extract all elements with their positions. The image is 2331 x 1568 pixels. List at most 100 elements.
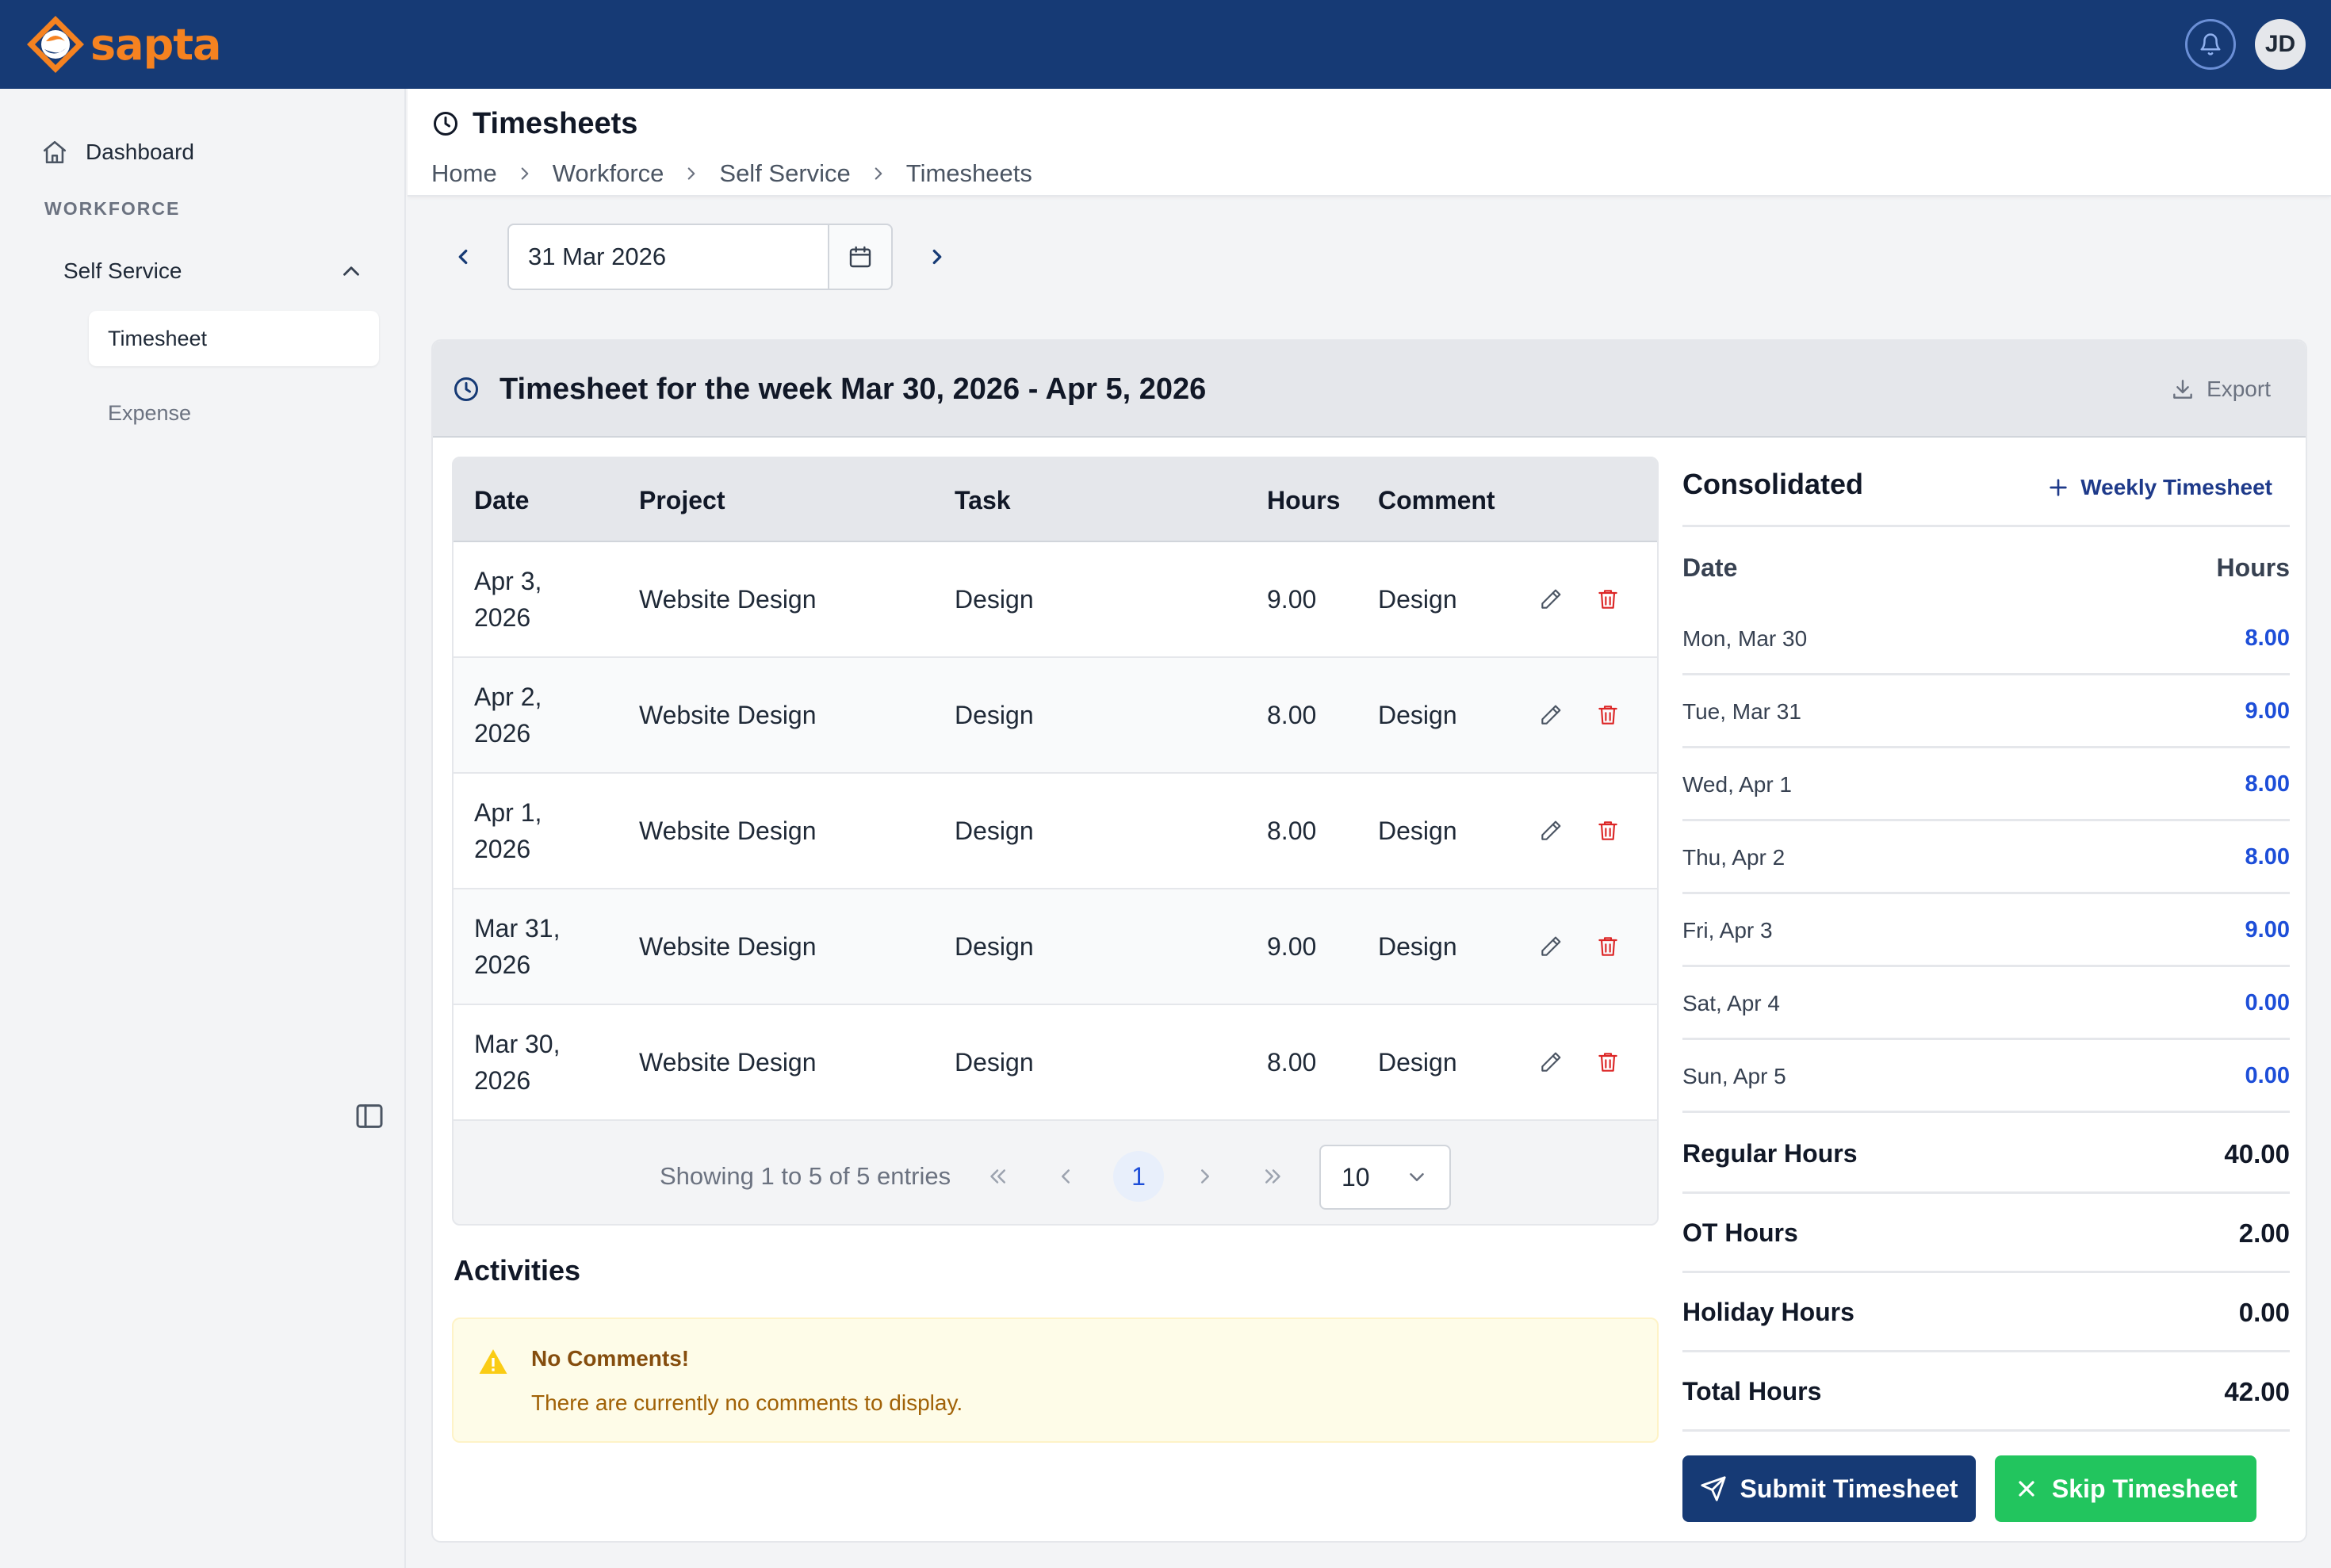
column-header-hours[interactable]: Hours bbox=[1267, 458, 1340, 542]
consolidated-day-row: Fri, Apr 3 9.00 bbox=[1682, 896, 2290, 967]
edit-icon bbox=[1541, 936, 1561, 956]
page-size-select[interactable]: 10 bbox=[1319, 1145, 1451, 1210]
delete-button[interactable] bbox=[1592, 931, 1624, 962]
delete-button[interactable] bbox=[1592, 583, 1624, 615]
date-input[interactable]: 31 Mar 2026 bbox=[507, 224, 829, 290]
column-header-project[interactable]: Project bbox=[639, 458, 725, 542]
row-hours: 9.00 bbox=[1267, 931, 1317, 961]
row-project: Website Design bbox=[639, 931, 817, 961]
edit-icon bbox=[1541, 1052, 1561, 1072]
sidebar-item-dashboard[interactable]: Dashboard bbox=[41, 132, 194, 173]
page-button-current[interactable]: 1 bbox=[1113, 1151, 1164, 1202]
next-page-button[interactable] bbox=[1186, 1157, 1224, 1195]
edit-button[interactable] bbox=[1535, 583, 1567, 615]
download-icon bbox=[2173, 380, 2192, 399]
export-label: Export bbox=[2207, 377, 2271, 401]
day-label: Thu, Apr 2 bbox=[1682, 844, 1786, 870]
table-row: Apr 1, 2026 Website Design Design 8.00 De… bbox=[454, 774, 1657, 889]
column-header-task[interactable]: Task bbox=[955, 458, 1011, 542]
pagination: Showing 1 to 5 of 5 entries 1 10 bbox=[454, 1126, 1657, 1224]
edit-button[interactable] bbox=[1535, 699, 1567, 731]
next-week-button[interactable] bbox=[923, 243, 951, 271]
edit-icon bbox=[1541, 589, 1561, 609]
alert-message: There are currently no comments to displ… bbox=[531, 1390, 963, 1415]
divider bbox=[1682, 525, 2290, 527]
brand-logo[interactable]: sapta bbox=[25, 11, 221, 78]
regular-hours-row: Regular Hours 40.00 bbox=[1682, 1116, 2290, 1194]
no-comments-alert: No Comments! There are currently no comm… bbox=[452, 1318, 1659, 1443]
breadcrumb-current: Timesheets bbox=[905, 159, 1032, 187]
previous-week-button[interactable] bbox=[449, 243, 477, 271]
day-hours-link[interactable]: 9.00 bbox=[2245, 698, 2290, 725]
day-label: Fri, Apr 3 bbox=[1682, 917, 1773, 943]
holiday-hours-row: Holiday Hours 0.00 bbox=[1682, 1275, 2290, 1352]
clock-icon bbox=[434, 112, 457, 136]
chevron-down-icon bbox=[1410, 1173, 1424, 1181]
delete-button[interactable] bbox=[1592, 1046, 1624, 1078]
table-header: Date Project Task Hours Comment bbox=[454, 458, 1657, 542]
breadcrumb-self-service[interactable]: Self Service bbox=[719, 159, 850, 188]
breadcrumb-workforce[interactable]: Workforce bbox=[553, 159, 664, 188]
column-header-comment[interactable]: Comment bbox=[1378, 458, 1495, 542]
sidebar-item-label: Dashboard bbox=[86, 140, 194, 164]
skip-timesheet-button[interactable]: Skip Timesheet bbox=[1995, 1455, 2256, 1522]
activities-title: Activities bbox=[454, 1254, 581, 1287]
delete-button[interactable] bbox=[1592, 699, 1624, 731]
previous-page-button[interactable] bbox=[1047, 1157, 1085, 1195]
row-comment: Design bbox=[1378, 700, 1457, 729]
bell-icon bbox=[2200, 33, 2221, 55]
consolidated-header: Date Hours bbox=[1682, 544, 2290, 591]
consolidated-day-row: Sat, Apr 4 0.00 bbox=[1682, 969, 2290, 1040]
trash-icon bbox=[1598, 937, 1617, 956]
notifications-button[interactable] bbox=[2185, 19, 2236, 70]
column-header-date[interactable]: Date bbox=[474, 458, 529, 542]
sidebar-group-self-service[interactable]: Self Service bbox=[63, 250, 365, 292]
consolidated-day-row: Sun, Apr 5 0.00 bbox=[1682, 1042, 2290, 1113]
day-hours-link[interactable]: 0.00 bbox=[2245, 990, 2290, 1016]
first-page-button[interactable] bbox=[978, 1157, 1016, 1195]
row-hours: 9.00 bbox=[1267, 584, 1317, 614]
weekly-timesheet-button[interactable]: Weekly Timesheet bbox=[2046, 468, 2272, 507]
table-row: Mar 30, 2026 Website Design Design 8.00 D… bbox=[454, 1005, 1657, 1121]
user-avatar[interactable]: JD bbox=[2255, 19, 2306, 70]
row-date: Mar 30, 2026 bbox=[474, 1030, 561, 1095]
row-task: Design bbox=[955, 700, 1034, 729]
page-size-value: 10 bbox=[1342, 1162, 1370, 1191]
edit-button[interactable] bbox=[1535, 931, 1567, 962]
total-value: 42.00 bbox=[2224, 1376, 2290, 1406]
edit-button[interactable] bbox=[1535, 1046, 1567, 1078]
row-task: Design bbox=[955, 1047, 1034, 1077]
sidebar-item-timesheet[interactable]: Timesheet bbox=[89, 311, 379, 366]
day-hours-link[interactable]: 0.00 bbox=[2245, 1063, 2290, 1089]
row-comment: Design bbox=[1378, 931, 1457, 961]
brand-name: sapta bbox=[90, 19, 221, 70]
day-label: Sun, Apr 5 bbox=[1682, 1063, 1786, 1088]
day-label: Mon, Mar 30 bbox=[1682, 625, 1808, 651]
row-task: Design bbox=[955, 931, 1034, 961]
row-comment: Design bbox=[1378, 1047, 1457, 1077]
edit-icon bbox=[1541, 820, 1561, 840]
row-date: Mar 31, 2026 bbox=[474, 914, 561, 979]
day-hours-link[interactable]: 8.00 bbox=[2245, 625, 2290, 652]
calendar-button[interactable] bbox=[828, 224, 893, 290]
send-icon bbox=[1701, 1476, 1727, 1501]
submit-timesheet-button[interactable]: Submit Timesheet bbox=[1682, 1455, 1976, 1522]
consolidated-day-row: Tue, Mar 31 9.00 bbox=[1682, 677, 2290, 748]
day-label: Tue, Mar 31 bbox=[1682, 698, 1801, 724]
breadcrumb-home[interactable]: Home bbox=[431, 159, 497, 188]
weekly-timesheet-label: Weekly Timesheet bbox=[2080, 475, 2272, 499]
export-button[interactable]: Export bbox=[2170, 369, 2271, 409]
chevron-right-icon bbox=[868, 163, 889, 184]
day-hours-link[interactable]: 9.00 bbox=[2245, 917, 2290, 943]
day-hours-link[interactable]: 8.00 bbox=[2245, 771, 2290, 797]
row-date: Apr 2, 2026 bbox=[474, 683, 542, 748]
chevron-left-icon bbox=[458, 249, 468, 265]
day-hours-link[interactable]: 8.00 bbox=[2245, 844, 2290, 870]
delete-button[interactable] bbox=[1592, 815, 1624, 847]
edit-button[interactable] bbox=[1535, 815, 1567, 847]
row-comment: Design bbox=[1378, 816, 1457, 845]
sidebar-item-expense[interactable]: Expense bbox=[108, 385, 191, 441]
alert-title: No Comments! bbox=[531, 1346, 690, 1371]
last-page-button[interactable] bbox=[1254, 1157, 1292, 1195]
sidebar-toggle-button[interactable] bbox=[354, 1100, 385, 1132]
